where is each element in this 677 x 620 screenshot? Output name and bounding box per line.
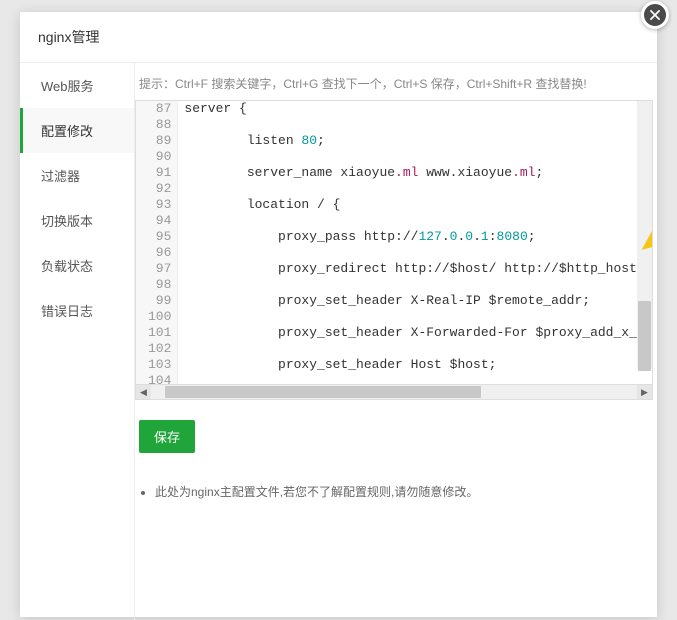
code-line: proxy_set_header X-Forwarded-For $proxy_… xyxy=(184,325,652,341)
code-line: proxy_set_header X-Real-IP $remote_addr; xyxy=(184,293,652,309)
note-item: 此处为nginx主配置文件,若您不了解配置规则,请勿随意修改。 xyxy=(155,483,657,500)
code-line: listen 80; xyxy=(184,133,652,149)
sidebar-item-2[interactable]: 过滤器 xyxy=(20,153,134,198)
vertical-scrollbar[interactable] xyxy=(637,101,652,369)
sidebar-item-3[interactable]: 切换版本 xyxy=(20,198,134,243)
horizontal-scrollbar[interactable]: ◀ ▶ xyxy=(136,384,652,399)
notes-list: 此处为nginx主配置文件,若您不了解配置规则,请勿随意修改。 xyxy=(155,483,657,506)
sidebar: Web服务配置修改过滤器切换版本负载状态错误日志 xyxy=(20,63,135,620)
code-line: proxy_pass http://127.0.0.1:8080; xyxy=(184,229,652,245)
code-line xyxy=(184,373,652,384)
nginx-modal: nginx管理 Web服务配置修改过滤器切换版本负载状态错误日志 提示：Ctrl… xyxy=(20,12,657,617)
code-area[interactable]: server { listen 80; server_name xiaoyue.… xyxy=(178,101,652,384)
hint-prefix: 提示： xyxy=(139,77,175,91)
vscroll-thumb[interactable] xyxy=(638,301,651,371)
modal-title: nginx管理 xyxy=(20,12,657,63)
sidebar-item-4[interactable]: 负载状态 xyxy=(20,243,134,288)
sidebar-item-0[interactable]: Web服务 xyxy=(20,63,134,108)
code-line xyxy=(184,341,652,357)
hscroll-right-arrow[interactable]: ▶ xyxy=(637,385,652,399)
save-button[interactable]: 保存 xyxy=(139,420,195,453)
code-line xyxy=(184,149,652,165)
line-gutter: 8788899091929394959697989910010110210310… xyxy=(136,101,178,384)
code-line: server_name xiaoyue.ml www.xiaoyue.ml; xyxy=(184,165,652,181)
code-line xyxy=(184,245,652,261)
hscroll-left-arrow[interactable]: ◀ xyxy=(136,385,151,399)
sidebar-item-1[interactable]: 配置修改 xyxy=(20,108,134,153)
code-line: proxy_redirect http://$host/ http://$htt… xyxy=(184,261,652,277)
hscroll-thumb[interactable] xyxy=(165,386,481,398)
hscroll-track[interactable] xyxy=(151,385,637,399)
content-panel: 提示：Ctrl+F 搜索关键字，Ctrl+G 查找下一个，Ctrl+S 保存，C… xyxy=(135,63,657,620)
close-button[interactable] xyxy=(641,1,669,29)
code-editor[interactable]: 8788899091929394959697989910010110210310… xyxy=(135,100,653,400)
code-line xyxy=(184,213,652,229)
code-line: proxy_set_header Host $host; xyxy=(184,357,652,373)
code-line: location / { xyxy=(184,197,652,213)
close-icon xyxy=(648,8,662,22)
hint-body: Ctrl+F 搜索关键字，Ctrl+G 查找下一个，Ctrl+S 保存，Ctrl… xyxy=(175,77,587,91)
code-line: server { xyxy=(184,101,652,117)
hint-text: 提示：Ctrl+F 搜索关键字，Ctrl+G 查找下一个，Ctrl+S 保存，C… xyxy=(135,75,657,100)
sidebar-item-5[interactable]: 错误日志 xyxy=(20,288,134,333)
code-line xyxy=(184,117,652,133)
code-line xyxy=(184,181,652,197)
code-line xyxy=(184,277,652,293)
code-line xyxy=(184,309,652,325)
